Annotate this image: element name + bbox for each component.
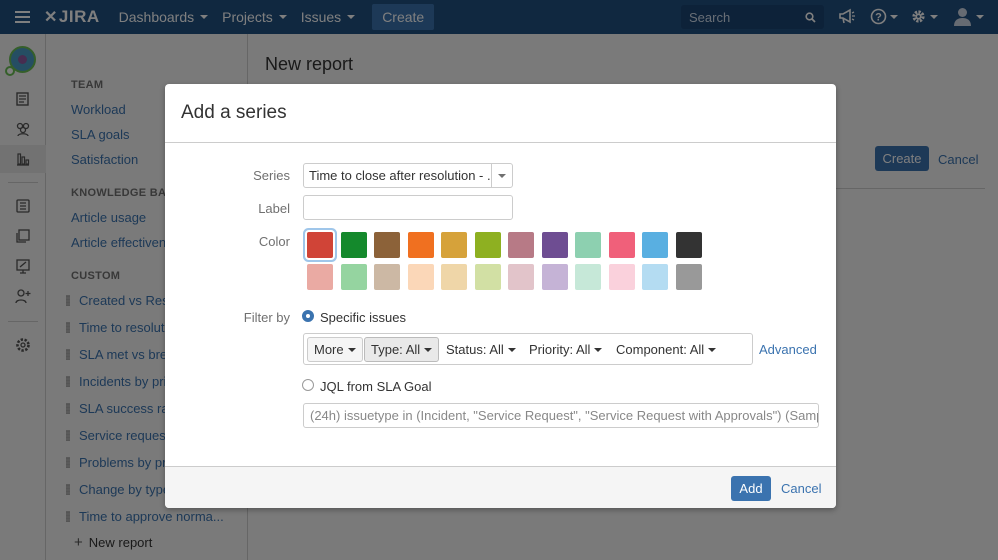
color-swatch[interactable] <box>675 232 702 258</box>
label-input[interactable] <box>303 195 513 220</box>
color-swatch[interactable] <box>508 264 534 290</box>
color-swatch[interactable] <box>642 264 668 290</box>
color-swatch[interactable] <box>374 232 400 258</box>
series-label: Series <box>253 168 290 183</box>
color-swatch[interactable] <box>340 264 367 290</box>
jql-from-sla-goal-radio[interactable] <box>302 379 314 391</box>
color-swatch[interactable] <box>575 264 601 290</box>
color-swatch[interactable] <box>474 264 501 290</box>
jql-query-field[interactable]: (24h) issuetype in (Incident, "Service R… <box>303 403 819 428</box>
chevron-down-icon <box>424 347 433 352</box>
specific-issues-radio[interactable] <box>302 310 314 322</box>
color-swatch[interactable] <box>608 264 635 290</box>
color-swatch[interactable] <box>541 232 568 258</box>
chevron-down-icon <box>594 347 603 352</box>
color-swatch[interactable] <box>608 232 635 258</box>
color-swatch[interactable] <box>541 264 568 290</box>
series-select[interactable]: Time to close after resolution - ... <box>303 163 513 188</box>
chevron-down-icon <box>708 347 717 352</box>
chevron-down-icon <box>507 347 516 352</box>
color-swatch[interactable] <box>307 232 333 258</box>
cancel-button[interactable]: Cancel <box>781 481 821 496</box>
dialog-title: Add a series <box>181 102 287 123</box>
more-filter-label: More <box>314 342 344 357</box>
specific-issues-label[interactable]: Specific issues <box>320 310 406 325</box>
dialog-header-divider <box>165 142 836 143</box>
component-filter-button[interactable]: Component: All <box>610 337 722 362</box>
color-swatch[interactable] <box>474 232 501 258</box>
color-swatch[interactable] <box>575 232 601 258</box>
color-swatch[interactable] <box>307 264 333 290</box>
status-filter-button[interactable]: Status: All <box>440 337 522 362</box>
series-select-value: Time to close after resolution - ... <box>309 168 491 183</box>
color-swatch[interactable] <box>407 232 434 258</box>
add-series-dialog: Add a series Series Time to close after … <box>165 84 836 508</box>
color-swatch[interactable] <box>508 232 534 258</box>
color-swatch[interactable] <box>441 264 467 290</box>
color-swatch[interactable] <box>642 232 668 258</box>
label-field-label: Label <box>258 201 290 216</box>
color-swatch[interactable] <box>374 264 400 290</box>
priority-filter-label: Priority: All <box>529 342 591 357</box>
more-filter-button[interactable]: More <box>307 337 363 362</box>
advanced-search-link[interactable]: Advanced <box>759 342 817 357</box>
priority-filter-button[interactable]: Priority: All <box>523 337 608 362</box>
color-swatch[interactable] <box>407 264 434 290</box>
status-filter-label: Status: All <box>446 342 504 357</box>
type-filter-label: Type: All <box>371 342 421 357</box>
issue-filter-bar: More Type: All Status: All Priority: All… <box>303 333 753 365</box>
type-filter-button[interactable]: Type: All <box>364 337 440 362</box>
jql-from-sla-goal-label[interactable]: JQL from SLA Goal <box>320 379 432 394</box>
filter-by-label: Filter by <box>243 310 290 325</box>
color-swatch[interactable] <box>675 264 702 290</box>
chevron-down-icon[interactable] <box>491 164 512 187</box>
color-swatch[interactable] <box>340 232 367 258</box>
dialog-footer: Add Cancel <box>165 466 836 508</box>
add-button[interactable]: Add <box>731 476 771 501</box>
color-swatch[interactable] <box>441 232 467 258</box>
color-label: Color <box>258 234 290 249</box>
chevron-down-icon <box>347 347 356 352</box>
component-filter-label: Component: All <box>616 342 705 357</box>
